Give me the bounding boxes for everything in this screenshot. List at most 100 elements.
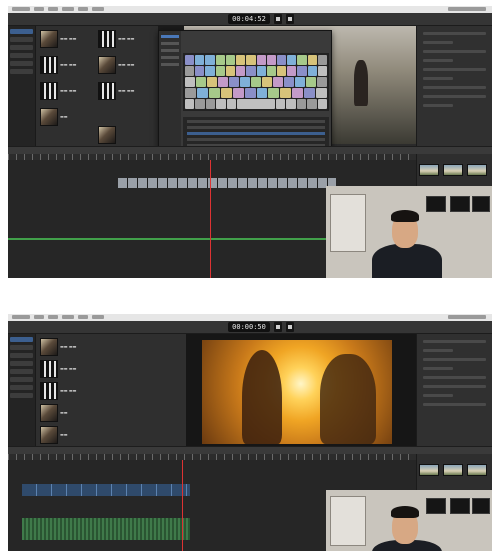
keyboard-key[interactable] <box>284 77 294 87</box>
keyboard-key[interactable] <box>296 99 307 109</box>
keyboard-key[interactable] <box>240 77 250 87</box>
keyboard-key[interactable] <box>266 55 276 65</box>
keyboard-key[interactable] <box>195 99 205 109</box>
clip-thumbnail[interactable]: ▬▬ ▬▬ <box>98 82 154 110</box>
clip-thumbnail[interactable]: ▬▬ ▬▬ <box>98 56 154 84</box>
clip-thumbnail[interactable]: ▬▬ <box>40 108 96 136</box>
keyboard-key[interactable] <box>215 55 225 65</box>
keyboard-key[interactable] <box>295 77 305 87</box>
keyboard-key[interactable] <box>185 77 195 87</box>
playhead[interactable] <box>210 160 211 278</box>
menu-item[interactable] <box>34 7 44 11</box>
keyboard-key[interactable] <box>262 77 272 87</box>
audio-clips[interactable] <box>22 518 190 540</box>
library-item[interactable] <box>10 385 33 390</box>
keyboard-key[interactable] <box>297 66 307 76</box>
clip-thumbnail[interactable]: ▬▬ ▬▬ <box>98 30 154 58</box>
keyboard-key[interactable] <box>276 66 287 76</box>
keyboard-key[interactable] <box>205 99 216 109</box>
keyboard-key[interactable] <box>215 66 225 76</box>
keyboard-key[interactable] <box>225 55 236 65</box>
menu-item[interactable] <box>62 315 74 319</box>
keyboard-key[interactable] <box>232 88 244 98</box>
timeline-ruler[interactable] <box>8 154 416 160</box>
keyboard-key[interactable] <box>266 66 276 76</box>
effect-thumbnail[interactable] <box>419 464 439 476</box>
keyboard-key[interactable] <box>306 77 316 87</box>
keyboard-key[interactable] <box>195 55 205 65</box>
keyboard-key[interactable] <box>196 77 206 87</box>
keyboard-key[interactable] <box>251 77 261 87</box>
keyboard-key[interactable] <box>276 55 287 65</box>
keyboard-key[interactable] <box>280 88 292 98</box>
keyboard-key[interactable] <box>220 88 232 98</box>
keyboard-key[interactable] <box>216 99 226 109</box>
pause-icon[interactable] <box>286 14 294 24</box>
keyboard-key[interactable] <box>226 99 237 109</box>
keyboard-key[interactable] <box>307 55 317 65</box>
clip-thumbnail[interactable]: ▬▬ ▬▬ <box>40 30 96 58</box>
keyboard-key[interactable] <box>317 99 327 109</box>
effect-thumbnail[interactable] <box>467 464 487 476</box>
keyboard-key[interactable] <box>185 55 195 65</box>
keyboard-key[interactable] <box>205 55 215 65</box>
pause-icon[interactable] <box>286 322 294 332</box>
menu-item[interactable] <box>92 315 104 319</box>
effect-thumbnail[interactable] <box>443 164 463 176</box>
keyboard-map[interactable] <box>183 53 329 111</box>
menu-item[interactable] <box>34 315 44 319</box>
clip-thumbnail[interactable]: ▬▬ ▬▬ <box>40 56 96 84</box>
menu-item[interactable] <box>12 7 30 11</box>
library-item[interactable] <box>10 393 33 398</box>
keyboard-key[interactable] <box>317 66 328 76</box>
keyboard-key[interactable] <box>287 55 297 65</box>
library-item[interactable] <box>10 37 33 42</box>
command-set-item[interactable] <box>161 49 179 52</box>
keyboard-key[interactable] <box>275 99 286 109</box>
menu-item[interactable] <box>92 7 104 11</box>
keyboard-key[interactable] <box>317 55 328 65</box>
keyboard-key[interactable] <box>185 66 195 76</box>
keyboard-key[interactable] <box>297 55 307 65</box>
keyboard-key[interactable] <box>256 88 268 98</box>
keyboard-key[interactable] <box>205 66 215 76</box>
keyboard-key[interactable] <box>208 88 220 98</box>
keyboard-key[interactable] <box>307 66 317 76</box>
keyboard-key[interactable] <box>195 66 205 76</box>
command-set-item[interactable] <box>161 42 179 45</box>
library-item[interactable] <box>10 61 33 66</box>
library-item[interactable] <box>10 53 33 58</box>
library-item[interactable] <box>10 45 33 50</box>
library-item[interactable] <box>10 377 33 382</box>
keyboard-key[interactable] <box>244 88 256 98</box>
menu-item[interactable] <box>78 315 88 319</box>
clip-thumbnail[interactable]: ▬▬ ▬▬ <box>40 82 96 110</box>
library-item[interactable] <box>10 345 33 350</box>
library-item[interactable] <box>10 369 33 374</box>
keyboard-key[interactable] <box>196 88 208 98</box>
menu-item[interactable] <box>12 315 30 319</box>
timeline-ruler[interactable] <box>8 454 416 460</box>
command-set-item[interactable] <box>161 56 179 59</box>
keyboard-key[interactable] <box>273 77 283 87</box>
command-set-item[interactable] <box>161 63 179 66</box>
command-set-item[interactable] <box>161 35 179 38</box>
keyboard-key[interactable] <box>237 99 275 109</box>
menu-item[interactable] <box>48 7 58 11</box>
keyboard-key[interactable] <box>287 66 297 76</box>
keyboard-key[interactable] <box>236 66 246 76</box>
keyboard-key[interactable] <box>185 99 195 109</box>
keyboard-key[interactable] <box>229 77 239 87</box>
library-item[interactable] <box>10 29 33 34</box>
keyboard-key[interactable] <box>307 99 317 109</box>
keyboard-key[interactable] <box>304 88 316 98</box>
keyboard-key[interactable] <box>225 66 236 76</box>
keyboard-key[interactable] <box>246 66 256 76</box>
keyboard-key[interactable] <box>246 55 256 65</box>
keyboard-key[interactable] <box>218 77 228 87</box>
effect-thumbnail[interactable] <box>467 164 487 176</box>
library-item[interactable] <box>10 361 33 366</box>
playhead[interactable] <box>182 460 183 551</box>
menu-item[interactable] <box>78 7 88 11</box>
menu-item[interactable] <box>48 315 58 319</box>
